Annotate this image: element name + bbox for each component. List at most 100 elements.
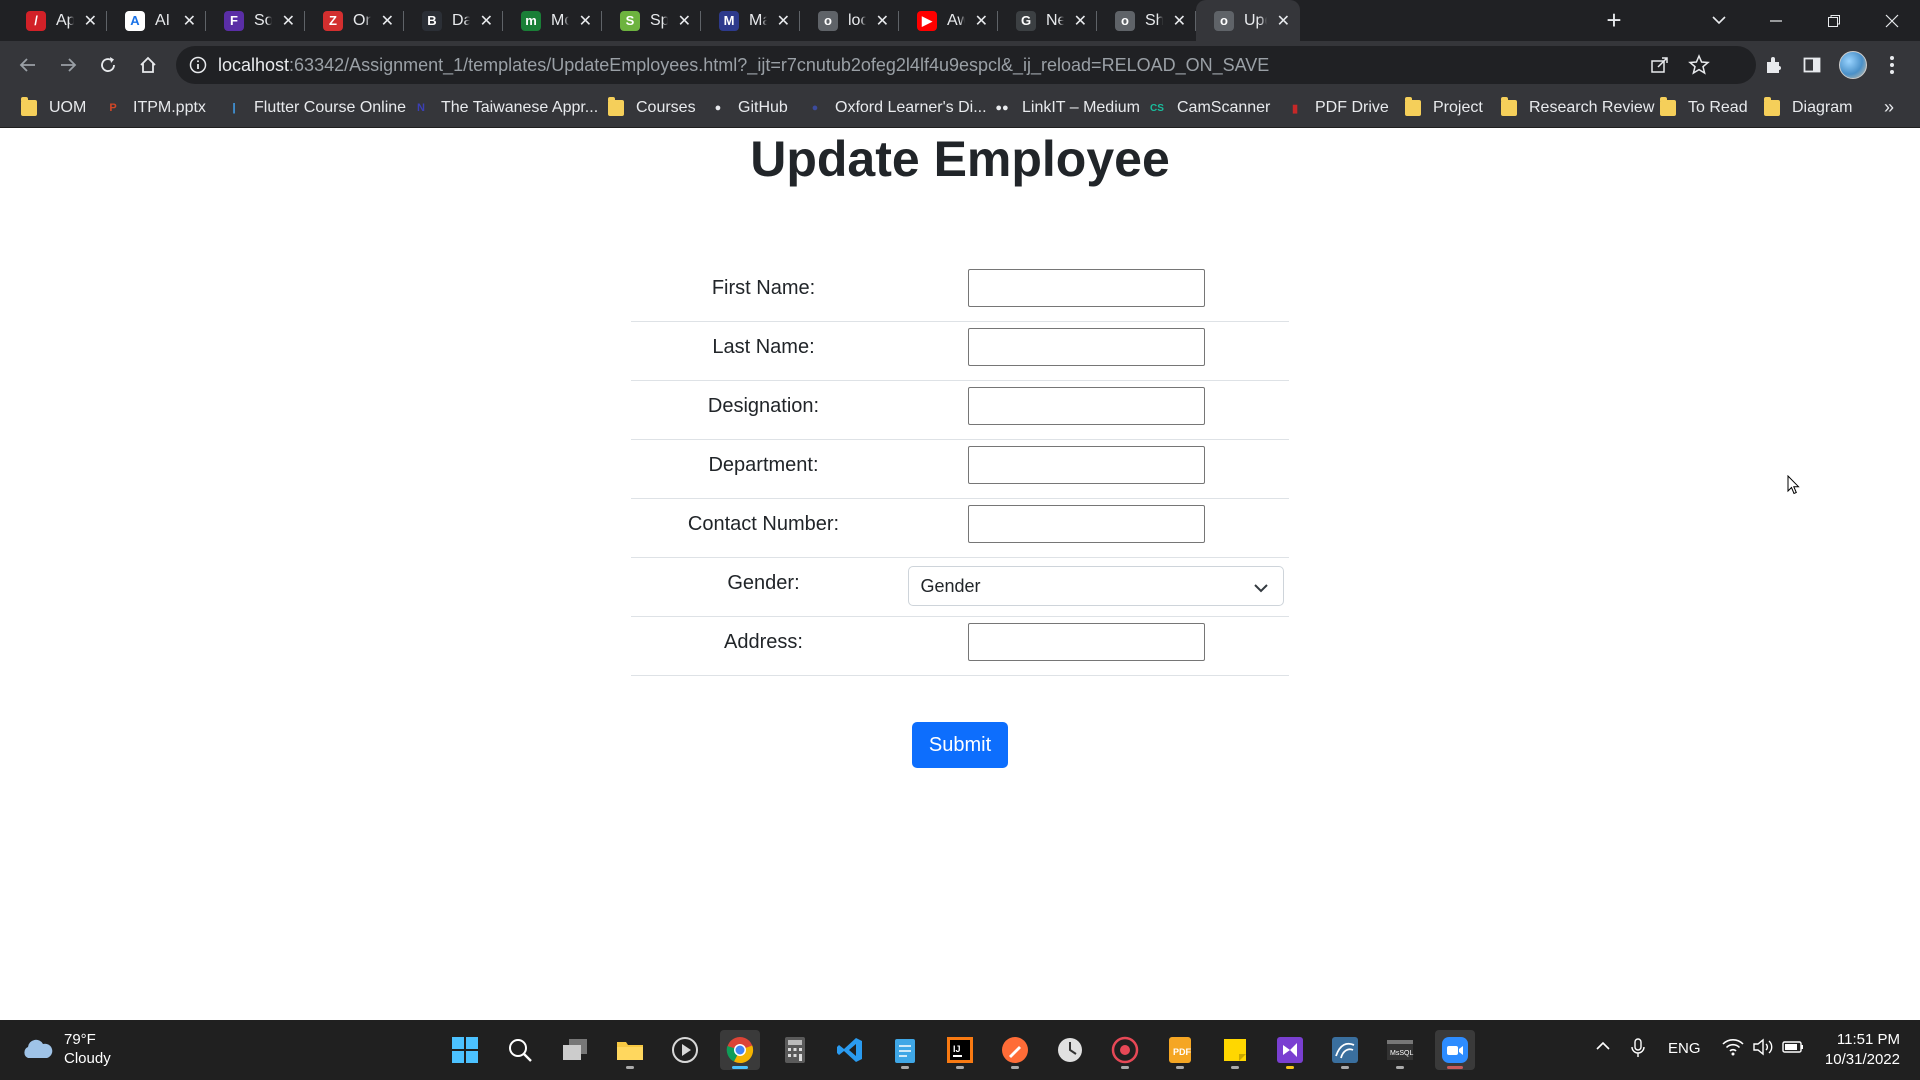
pdf-app-icon[interactable]: PDF <box>1160 1030 1200 1070</box>
tab-10[interactable]: G New T ✕ <box>998 0 1097 41</box>
bookmark-0[interactable]: UOM <box>20 89 86 127</box>
tab-close-icon[interactable]: ✕ <box>1074 11 1087 31</box>
bookmark-2[interactable]: | Flutter Course Online <box>225 89 406 127</box>
medium-icon: ●● <box>995 102 1009 114</box>
extensions-icon[interactable] <box>1761 53 1785 77</box>
file-explorer-icon[interactable] <box>610 1030 650 1070</box>
bookmark-9[interactable]: ▮ PDF Drive <box>1286 89 1389 127</box>
new-tab-button[interactable]: + <box>1599 6 1629 34</box>
department-input[interactable] <box>968 446 1205 484</box>
home-icon[interactable] <box>134 51 162 79</box>
address-bar[interactable]: localhost:63342/Assignment_1/templates/U… <box>176 46 1756 84</box>
bookmark-4[interactable]: Courses <box>607 89 696 127</box>
tab-close-icon[interactable]: ✕ <box>480 11 493 31</box>
tab-close-icon[interactable]: ✕ <box>876 11 889 31</box>
restore-icon[interactable] <box>1806 0 1862 41</box>
language-indicator[interactable]: ENG <box>1668 1040 1701 1057</box>
tab-9[interactable]: ▶ Awath ✕ <box>899 0 998 41</box>
vscode-icon[interactable] <box>830 1030 870 1070</box>
postman-icon[interactable] <box>995 1030 1035 1070</box>
wifi-icon[interactable] <box>1722 1038 1744 1060</box>
sql-server-icon[interactable]: MsSQL <box>1380 1030 1420 1070</box>
mysql-workbench-icon[interactable] <box>1325 1030 1365 1070</box>
tab-search-chevron-icon[interactable] <box>1707 10 1731 30</box>
battery-icon[interactable] <box>1782 1038 1804 1060</box>
visual-studio-icon[interactable] <box>1270 1030 1310 1070</box>
search-icon[interactable] <box>500 1030 540 1070</box>
tab-close-icon[interactable]: ✕ <box>183 11 196 31</box>
tab-5[interactable]: m Most ✕ <box>503 0 602 41</box>
close-window-icon[interactable] <box>1864 0 1920 41</box>
bookmark-11[interactable]: Research Review <box>1500 89 1654 127</box>
intellij-icon[interactable]: IJ <box>940 1030 980 1070</box>
tab-6[interactable]: S Spring ✕ <box>602 0 701 41</box>
share-icon[interactable] <box>1650 55 1670 80</box>
tab-close-icon[interactable]: ✕ <box>282 11 295 31</box>
contact-number-input[interactable] <box>968 505 1205 543</box>
bookmark-12[interactable]: To Read <box>1659 89 1748 127</box>
recorder-icon[interactable] <box>1105 1030 1145 1070</box>
address-input[interactable] <box>968 623 1205 661</box>
microphone-icon[interactable] <box>1630 1038 1646 1062</box>
calculator-icon[interactable] <box>775 1030 815 1070</box>
forward-arrow-icon[interactable] <box>54 51 82 79</box>
designation-input[interactable] <box>968 387 1205 425</box>
tab-close-icon[interactable]: ✕ <box>975 11 988 31</box>
sticky-notes-icon[interactable] <box>1215 1030 1255 1070</box>
tray-overflow-chevron-icon[interactable] <box>1594 1038 1612 1058</box>
first-name-input[interactable] <box>968 268 1205 307</box>
chrome-icon[interactable] <box>720 1030 760 1070</box>
back-arrow-icon[interactable] <box>14 51 42 79</box>
tab-close-icon[interactable]: ✕ <box>678 11 691 31</box>
tab-1[interactable]: A AI Sea ✕ <box>107 0 206 41</box>
minimize-icon[interactable] <box>1748 0 1804 41</box>
submit-button[interactable]: Submit <box>912 722 1008 768</box>
weather-widget[interactable]: 79°F Cloudy <box>20 1030 111 1068</box>
tab-close-icon[interactable]: ✕ <box>1173 11 1186 31</box>
more-bookmarks-icon[interactable]: » <box>1884 97 1894 118</box>
bookmark-7[interactable]: ●● LinkIT – Medium <box>993 89 1140 127</box>
tab-11[interactable]: o Show ✕ <box>1097 0 1196 41</box>
bookmark-3[interactable]: N The Taiwanese Appr... <box>412 89 598 127</box>
gender-select[interactable]: Gender <box>907 565 1284 606</box>
gender-selected-value: Gender <box>920 575 981 596</box>
volume-icon[interactable] <box>1752 1038 1774 1060</box>
side-panel-icon[interactable] <box>1800 53 1824 77</box>
bookmark-6[interactable]: ● Oxford Learner's Di... <box>806 89 987 127</box>
tab-8[interactable]: olocalh ✕ <box>800 0 899 41</box>
bookmark-star-icon[interactable] <box>1688 54 1710 81</box>
reload-icon[interactable] <box>94 51 122 79</box>
folder-icon <box>1659 97 1677 117</box>
last-name-input[interactable] <box>968 328 1205 366</box>
start-button[interactable] <box>445 1030 485 1070</box>
zoom-icon[interactable] <box>1435 1030 1475 1070</box>
tab-12[interactable]: o Updat ✕ <box>1196 0 1300 41</box>
tab-2[interactable]: F Softw ✕ <box>206 0 305 41</box>
tab-favicon-icon: o <box>1115 10 1135 31</box>
profile-avatar[interactable] <box>1839 51 1867 79</box>
bookmark-label: LinkIT – Medium <box>1022 99 1140 116</box>
address-label: Address: <box>724 631 803 653</box>
tab-4[interactable]: B Dashb ✕ <box>404 0 503 41</box>
tab-7[interactable]: M Maven ✕ <box>701 0 800 41</box>
tab-close-icon[interactable]: ✕ <box>1277 11 1290 31</box>
tab-close-icon[interactable]: ✕ <box>579 11 592 31</box>
clock-app-icon[interactable] <box>1050 1030 1090 1070</box>
notepad-icon[interactable] <box>885 1030 925 1070</box>
site-info-icon[interactable] <box>188 55 208 75</box>
bookmark-1[interactable]: P ITPM.pptx <box>104 89 206 127</box>
bookmark-5[interactable]: ● GitHub <box>709 89 788 127</box>
tab-close-icon[interactable]: ✕ <box>84 11 97 31</box>
media-player-icon[interactable] <box>665 1030 705 1070</box>
bookmark-8[interactable]: CS CamScanner <box>1148 89 1270 127</box>
bookmark-10[interactable]: Project <box>1404 89 1483 127</box>
tab-close-icon[interactable]: ✕ <box>777 11 790 31</box>
system-clock[interactable]: 11:51 PM 10/31/2022 <box>1820 1030 1900 1070</box>
tab-3[interactable]: Z Online ✕ <box>305 0 404 41</box>
tab-close-icon[interactable]: ✕ <box>381 11 394 31</box>
task-view-icon[interactable] <box>555 1030 595 1070</box>
bookmark-13[interactable]: Diagram <box>1763 89 1852 127</box>
tab-0[interactable]: / Apache ✕ <box>8 0 107 41</box>
tab-favicon-icon: G <box>1016 10 1036 31</box>
browser-menu-icon[interactable] <box>1884 53 1900 77</box>
